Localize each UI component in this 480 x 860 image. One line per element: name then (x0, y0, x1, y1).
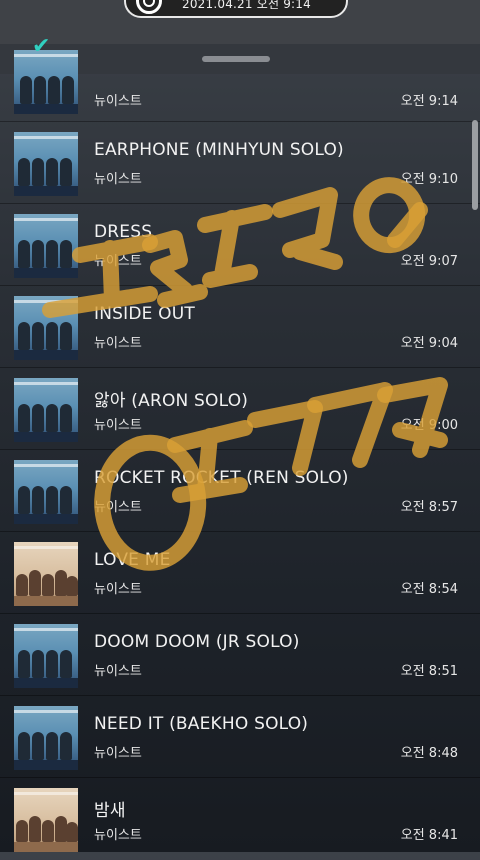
song-artist: 뉴이스트 (94, 664, 142, 679)
song-time: 오전 8:54 (400, 582, 458, 597)
song-title: DOOM DOOM (JR SOLO) (94, 632, 300, 652)
song-title: 밤새 (94, 801, 126, 821)
list-item[interactable]: EARPHONE (MINHYUN SOLO) 뉴이스트 오전 9:10 (0, 122, 480, 204)
song-artist: 뉴이스트 (94, 94, 142, 109)
list-item[interactable]: ROCKET ROCKET (REN SOLO) 뉴이스트 오전 8:57 (0, 450, 480, 532)
status-datetime: 2021.04.21 오전 9:14 (182, 0, 311, 11)
song-time: 오전 8:41 (400, 828, 458, 843)
song-artist: 뉴이스트 (94, 582, 142, 597)
album-cover (14, 296, 78, 360)
list-item[interactable]: INSIDE OUT 뉴이스트 오전 9:04 (0, 286, 480, 368)
song-title: INSIDE OUT (94, 304, 195, 324)
song-artist: 뉴이스트 (94, 828, 142, 843)
album-cover (14, 542, 78, 606)
song-time: 오전 9:00 (400, 418, 458, 433)
song-artist: 뉴이스트 (94, 418, 142, 433)
song-title: 앓아 (ARON SOLO) (94, 391, 249, 411)
record-icon (136, 0, 162, 14)
song-time: 오전 9:04 (400, 336, 458, 351)
song-time: 오전 8:51 (400, 664, 458, 679)
album-cover (14, 624, 78, 688)
song-title: NEED IT (BAEKHO SOLO) (94, 714, 309, 734)
album-cover (14, 378, 78, 442)
album-cover (14, 132, 78, 196)
song-title: ROCKET ROCKET (REN SOLO) (94, 468, 349, 488)
list-item[interactable]: ✔ 뉴이스트 오전 9:14 (0, 34, 480, 122)
song-time: 오전 9:10 (400, 172, 458, 187)
album-cover (14, 706, 78, 770)
album-cover (14, 214, 78, 278)
song-time: 오전 8:48 (400, 746, 458, 761)
song-time: 오전 9:07 (400, 254, 458, 269)
album-cover (14, 788, 78, 852)
song-time: 오전 9:14 (400, 94, 458, 109)
now-recognizing-pill[interactable]: 2021.04.21 오전 9:14 (124, 0, 348, 18)
song-title: DRESS (94, 222, 153, 242)
scrollbar[interactable] (472, 120, 478, 210)
song-artist: 뉴이스트 (94, 172, 142, 187)
list-item[interactable]: 앓아 (ARON SOLO) 뉴이스트 오전 9:00 (0, 368, 480, 450)
song-time: 오전 8:57 (400, 500, 458, 515)
album-cover (14, 50, 78, 114)
song-artist: 뉴이스트 (94, 500, 142, 515)
list-item[interactable]: NEED IT (BAEKHO SOLO) 뉴이스트 오전 8:48 (0, 696, 480, 778)
list-item[interactable]: LOVE ME 뉴이스트 오전 8:54 (0, 532, 480, 614)
song-artist: 뉴이스트 (94, 746, 142, 761)
song-artist: 뉴이스트 (94, 336, 142, 351)
status-bar: 2021.04.21 오전 9:14 (0, 0, 480, 44)
song-title: LOVE ME (94, 550, 171, 570)
song-title: EARPHONE (MINHYUN SOLO) (94, 140, 344, 160)
list-item[interactable]: DOOM DOOM (JR SOLO) 뉴이스트 오전 8:51 (0, 614, 480, 696)
list-item[interactable]: 밤새 뉴이스트 오전 8:41 (0, 778, 480, 860)
check-icon: ✔ (32, 34, 51, 59)
album-cover (14, 460, 78, 524)
song-artist: 뉴이스트 (94, 254, 142, 269)
list-item[interactable]: DRESS 뉴이스트 오전 9:07 (0, 204, 480, 286)
